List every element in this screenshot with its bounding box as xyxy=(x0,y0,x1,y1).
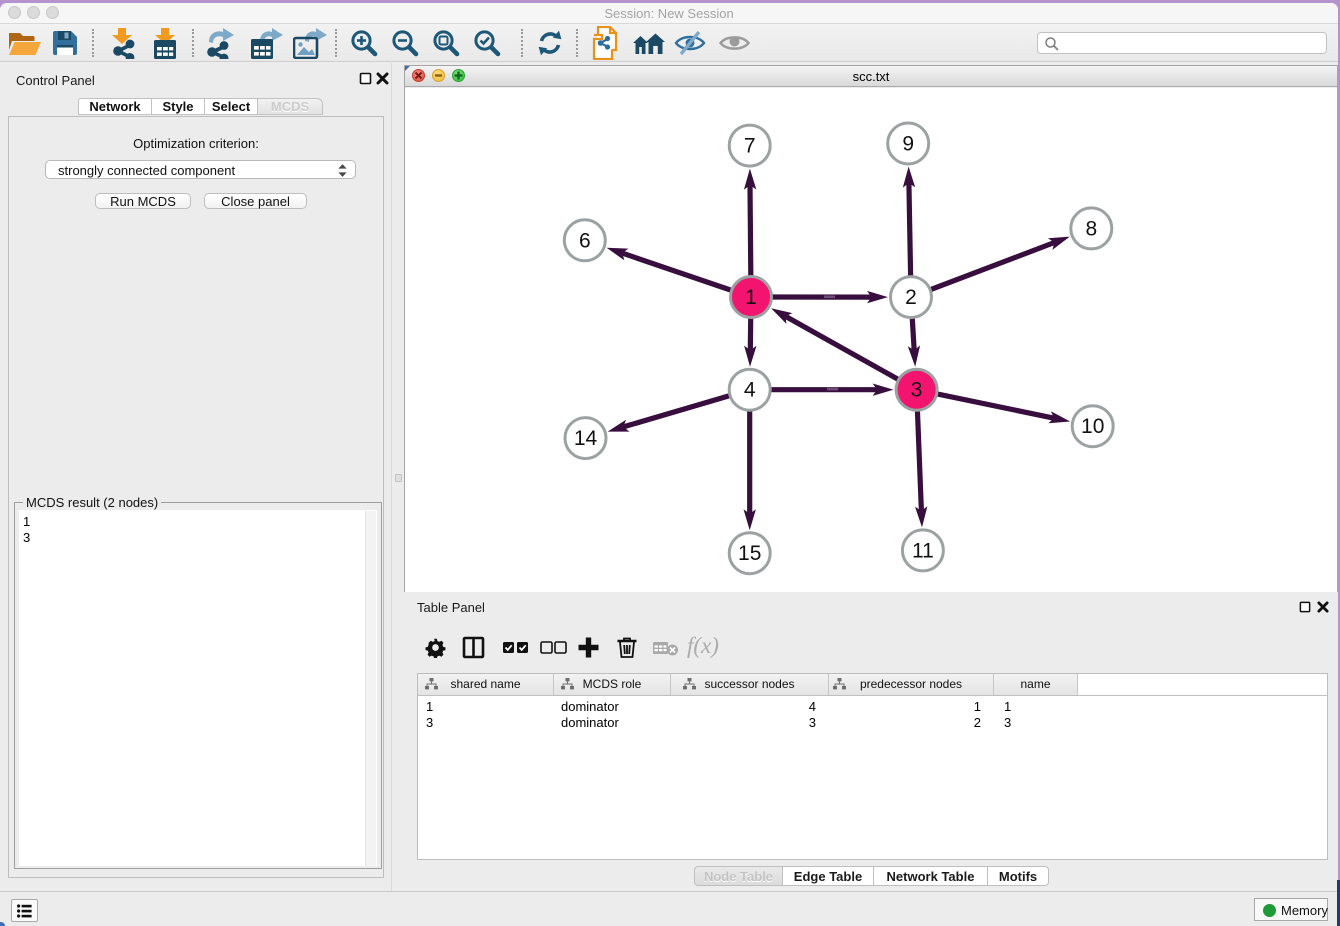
svg-text:2: 2 xyxy=(905,286,917,309)
svg-text:10: 10 xyxy=(1081,415,1104,438)
svg-text:3: 3 xyxy=(911,379,923,402)
svg-text:8: 8 xyxy=(1085,217,1097,240)
svg-text:4: 4 xyxy=(744,379,756,402)
svg-text:9: 9 xyxy=(902,133,914,156)
svg-text:14: 14 xyxy=(574,427,598,450)
svg-text:11: 11 xyxy=(912,539,934,562)
svg-text:6: 6 xyxy=(579,229,591,252)
svg-text:1: 1 xyxy=(745,286,757,309)
svg-text:7: 7 xyxy=(744,135,756,158)
svg-text:15: 15 xyxy=(738,542,761,565)
